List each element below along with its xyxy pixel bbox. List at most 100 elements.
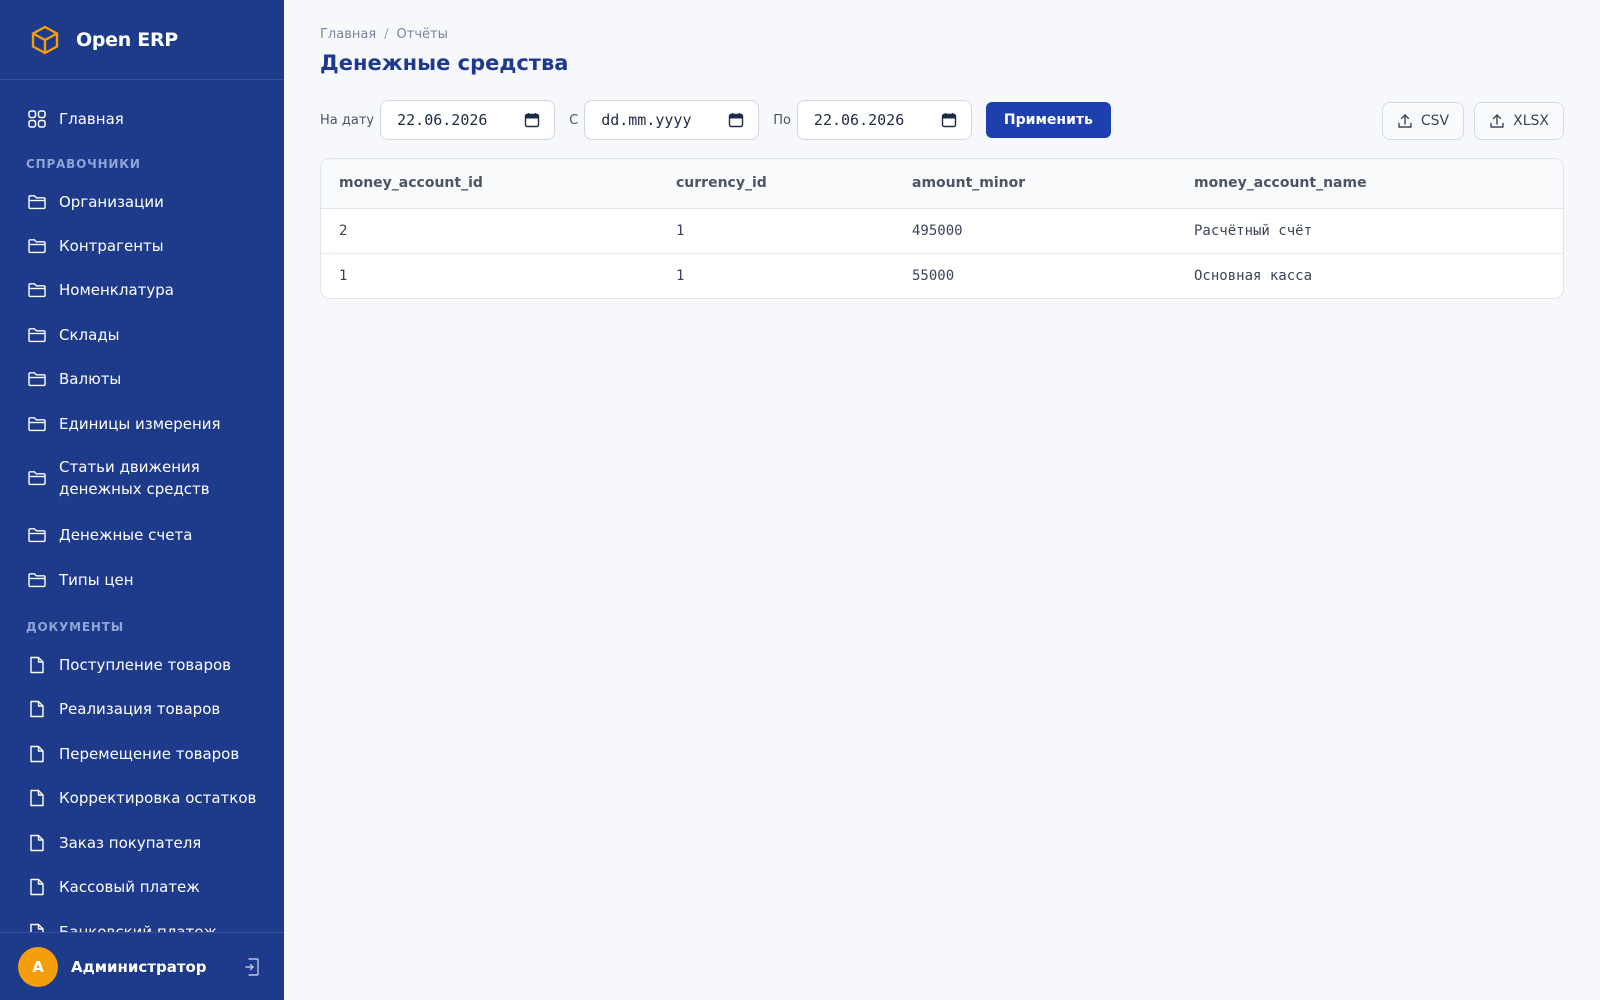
table-cell: 55000 (912, 267, 955, 284)
document-icon (28, 878, 46, 896)
document-icon (28, 700, 46, 718)
folder-icon (28, 193, 46, 211)
sidebar-nav: Главная СПРАВОЧНИКИ Организации Контраге… (0, 80, 284, 932)
sidebar-item-label: Денежные счета (59, 526, 193, 544)
sidebar-item-warehouses[interactable]: Склады (0, 321, 284, 349)
column-header[interactable]: money_account_name (1176, 159, 1563, 209)
folder-icon (28, 415, 46, 433)
column-header[interactable]: money_account_id (321, 159, 658, 209)
upload-icon (1489, 113, 1505, 129)
sidebar-item-label: Валюты (59, 370, 122, 388)
brand[interactable]: Open ERP (0, 0, 284, 80)
section-title-documents: ДОКУМЕНТЫ (26, 620, 124, 634)
sidebar-item-label: Поступление товаров (59, 656, 231, 674)
from-label: С (569, 112, 579, 128)
table-cell: 1 (676, 267, 685, 284)
table-cell: Расчётный счёт (1176, 208, 1563, 254)
table-cell: 2 (321, 208, 658, 254)
sidebar-item-label: Корректировка остатков (59, 789, 257, 807)
from-date-value: dd.mm.yyyy (601, 111, 692, 129)
grid-icon (28, 110, 46, 128)
sidebar-item-organizations[interactable]: Организации (0, 188, 284, 216)
sidebar-item-goods-receipt[interactable]: Поступление товаров (0, 651, 284, 679)
sidebar-item-stock-adjustment[interactable]: Корректировка остатков (0, 784, 284, 812)
avatar[interactable]: А (18, 946, 58, 987)
to-date-input[interactable]: 22.06.2026 (796, 100, 972, 140)
table-cell: 1 (339, 267, 348, 284)
sidebar-item-goods-sale[interactable]: Реализация товаров (0, 695, 284, 723)
sidebar-item-money-accounts[interactable]: Денежные счета (0, 521, 284, 549)
breadcrumb-separator: / (384, 27, 389, 42)
report-table: money_account_id currency_id amount_mino… (320, 158, 1564, 299)
folder-icon (28, 469, 46, 487)
breadcrumb-home[interactable]: Главная (320, 27, 376, 42)
table-header-row: money_account_id currency_id amount_mino… (321, 159, 1563, 209)
sidebar-item-customer-order[interactable]: Заказ покупателя (0, 829, 284, 857)
filters-bar: На дату 22.06.2026 С dd.mm.yyyy По 22.06… (320, 100, 1111, 140)
brand-name: Open ERP (76, 28, 178, 51)
folder-icon (28, 237, 46, 255)
sidebar-item-label: Заказ покупателя (59, 834, 202, 852)
calendar-icon[interactable] (524, 112, 540, 128)
document-icon (28, 656, 46, 674)
sidebar-item-label: Статьи движения денежных средств (59, 458, 210, 498)
sidebar-item-cash-payment[interactable]: Кассовый платеж (0, 873, 284, 901)
upload-icon (1397, 113, 1413, 129)
breadcrumb-current[interactable]: Отчёты (397, 27, 448, 42)
user-name: Администратор (71, 957, 207, 976)
sidebar-item-home[interactable]: Главная (0, 105, 284, 133)
table-row[interactable]: 1 1 55000 Основная касса (321, 253, 1563, 298)
page-title: Денежные средства (320, 51, 569, 75)
folder-icon (28, 526, 46, 544)
column-header[interactable]: amount_minor (894, 159, 1176, 209)
on-date-label: На дату (320, 112, 375, 128)
document-icon (28, 923, 46, 932)
sidebar-item-label: Склады (59, 326, 120, 344)
apply-button[interactable]: Применить (985, 102, 1111, 138)
sidebar-item-label: Контрагенты (59, 237, 164, 255)
breadcrumb: Главная / Отчёты (320, 27, 448, 42)
folder-icon (28, 370, 46, 388)
export-buttons: CSV XLSX (1381, 102, 1564, 140)
sidebar-item-label: Организации (59, 193, 164, 211)
export-xlsx-label: XLSX (1513, 113, 1549, 129)
table-cell: 1 (658, 208, 894, 254)
sidebar-item-label: Кассовый платеж (59, 878, 200, 896)
sidebar-item-bank-payment[interactable]: Банковский платеж (0, 918, 284, 932)
folder-icon (28, 571, 46, 589)
from-date-input[interactable]: dd.mm.yyyy (584, 100, 760, 140)
sidebar-item-label: Типы цен (59, 571, 134, 589)
column-header[interactable]: currency_id (658, 159, 894, 209)
sidebar-item-label: Реализация товаров (59, 700, 221, 718)
logout-icon[interactable] (242, 957, 262, 977)
table-cell: 495000 (894, 208, 1176, 254)
sidebar-item-cashflow-items[interactable]: Статьи движения денежных средств (0, 456, 284, 500)
sidebar: Open ERP Главная СПРАВОЧНИКИ Организации… (0, 0, 284, 1000)
sidebar-item-label: Банковский платеж (59, 923, 218, 932)
cube-icon (28, 23, 62, 57)
document-icon (28, 789, 46, 807)
calendar-icon[interactable] (941, 112, 957, 128)
calendar-icon[interactable] (728, 112, 744, 128)
main-content: Главная / Отчёты Денежные средства На да… (284, 0, 1600, 1000)
sidebar-item-label: Единицы измерения (59, 415, 221, 433)
sidebar-item-units[interactable]: Единицы измерения (0, 410, 284, 438)
on-date-value: 22.06.2026 (397, 111, 488, 129)
export-csv-button[interactable]: CSV (1381, 102, 1465, 140)
sidebar-item-nomenclature[interactable]: Номенклатура (0, 276, 284, 304)
table-cell: Основная касса (1194, 267, 1313, 284)
document-icon (28, 745, 46, 763)
table-row[interactable]: 2 1 495000 Расчётный счёт (321, 208, 1563, 254)
sidebar-item-currencies[interactable]: Валюты (0, 365, 284, 393)
export-xlsx-button[interactable]: XLSX (1474, 102, 1564, 140)
sidebar-item-label: Перемещение товаров (59, 745, 240, 763)
sidebar-item-price-types[interactable]: Типы цен (0, 566, 284, 594)
sidebar-item-goods-transfer[interactable]: Перемещение товаров (0, 740, 284, 768)
folder-icon (28, 326, 46, 344)
folder-icon (28, 281, 46, 299)
on-date-input[interactable]: 22.06.2026 (380, 100, 556, 140)
sidebar-item-counterparties[interactable]: Контрагенты (0, 232, 284, 260)
sidebar-item-label: Главная (59, 110, 124, 128)
export-csv-label: CSV (1420, 113, 1450, 129)
user-panel: А Администратор (0, 932, 284, 1000)
